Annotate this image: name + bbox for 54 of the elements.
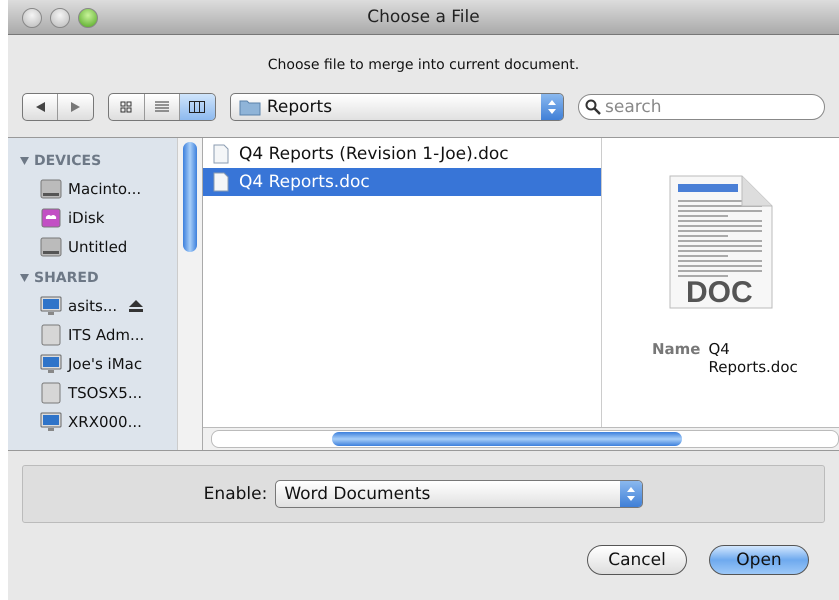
sidebar-section-header[interactable]: DEVICES	[20, 148, 177, 174]
back-arrow-icon	[36, 102, 45, 112]
hard-drive-icon	[40, 178, 62, 200]
sidebar-item[interactable]: TSOSX5...	[20, 378, 177, 407]
forward-arrow-icon	[71, 102, 80, 112]
eject-icon[interactable]	[129, 300, 144, 312]
sidebar-item[interactable]: Untitled	[20, 232, 177, 261]
tower-computer-icon	[40, 382, 62, 404]
up-down-arrows-icon	[548, 99, 556, 115]
monitor-icon	[40, 294, 62, 316]
view-mode-button[interactable]	[180, 94, 215, 120]
dialog-message: Choose file to merge into current document.	[266, 56, 580, 75]
sidebar-item[interactable]: XRX000...	[20, 407, 177, 436]
monitor-icon	[40, 352, 62, 374]
zoom-button[interactable]	[78, 8, 98, 28]
document-icon	[213, 144, 229, 164]
back-forward-control[interactable]	[22, 93, 94, 121]
sidebar-item[interactable]: iDisk	[20, 203, 177, 232]
list-view-icon	[154, 101, 169, 113]
column-view-icon	[189, 101, 206, 113]
sidebar-section-header[interactable]: SHARED	[20, 265, 177, 291]
dialog-button[interactable]: Open	[709, 545, 809, 575]
disclosure-triangle-icon[interactable]	[20, 274, 29, 282]
tower-computer-icon	[40, 324, 62, 346]
minimize-button[interactable]	[50, 8, 70, 28]
document-preview-drawing: DOC	[668, 174, 774, 310]
file-row[interactable]: Q4 Reports (Revision 1-Joe).doc	[203, 140, 601, 168]
enable-popup[interactable]: Word Documents	[275, 480, 644, 508]
horizontal-scrollbar[interactable]	[203, 427, 839, 450]
sidebar-item[interactable]: ITS Adm...	[20, 320, 177, 349]
file-row[interactable]: Q4 Reports.doc	[203, 168, 601, 196]
search-field[interactable]: search	[578, 94, 825, 120]
dialog-button[interactable]: Cancel	[587, 545, 687, 575]
search-icon	[585, 99, 601, 115]
monitor-icon	[40, 410, 62, 432]
view-mode-control[interactable]	[108, 93, 216, 121]
name-value: Q4 Reports.doc	[708, 340, 799, 376]
sidebar-item[interactable]: Macinto...	[20, 174, 177, 203]
up-down-arrows-icon	[627, 486, 636, 502]
hard-drive-icon	[40, 236, 62, 258]
location-value: Reports	[266, 97, 332, 117]
sidebar-item[interactable]: Joe's iMac	[20, 349, 177, 378]
location-popup[interactable]: Reports	[230, 93, 564, 121]
document-icon	[213, 172, 229, 192]
icon-view-icon	[120, 101, 132, 113]
enable-value: Word Documents	[283, 484, 432, 504]
window-title: Choose a File	[367, 7, 480, 27]
vertical-scrollbar[interactable]	[177, 138, 203, 450]
folder-icon	[238, 98, 261, 116]
name-label: Name	[652, 340, 700, 360]
enable-label: Enable:	[204, 484, 268, 504]
close-button[interactable]	[22, 8, 42, 28]
disclosure-triangle-icon[interactable]	[20, 157, 29, 165]
sidebar-item[interactable]: asits...	[20, 291, 177, 320]
